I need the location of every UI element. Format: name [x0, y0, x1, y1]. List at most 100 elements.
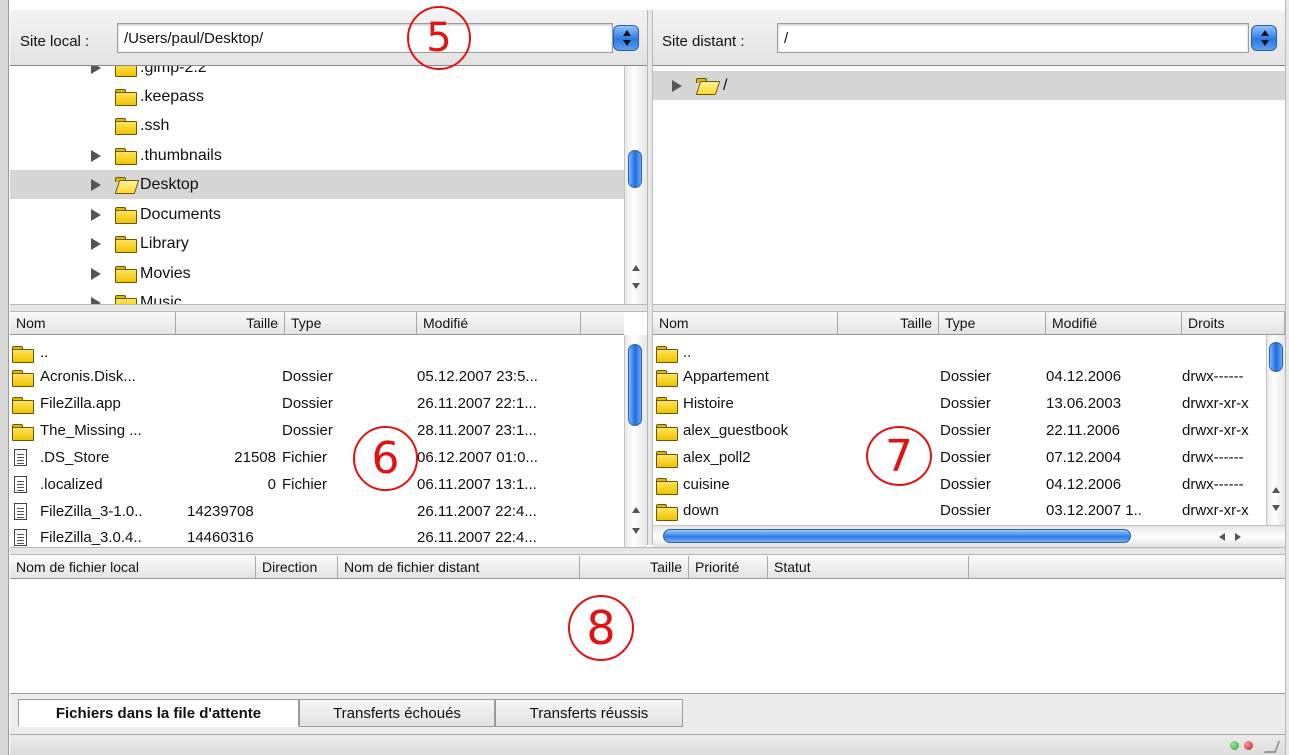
scroll-thumb[interactable]	[663, 529, 1131, 543]
local-splitter-horizontal[interactable]	[10, 304, 647, 312]
scroll-down-arrow-icon[interactable]	[632, 283, 640, 289]
folder-icon	[12, 346, 34, 363]
list-item[interactable]: .localized 0 Fichier 06.11.2007 13:1...	[10, 473, 624, 500]
expand-arrow-icon[interactable]	[672, 79, 682, 92]
local-tree-scrollbar[interactable]	[624, 66, 647, 304]
column-header-local-file[interactable]: Nom de fichier local	[10, 556, 256, 578]
list-item[interactable]: FileZilla_3.0.4.. 14460316 26.11.2007 22…	[10, 526, 624, 547]
local-site-bar: Site local : /Users/paul/Desktop/	[10, 10, 647, 66]
folder-icon	[115, 207, 137, 224]
scroll-right-arrow-icon[interactable]	[1235, 533, 1241, 541]
expand-arrow-icon[interactable]	[91, 178, 101, 191]
list-item[interactable]: Appartement Dossier 04.12.2006 drwx-----…	[653, 365, 1266, 392]
tab-successful-transfers[interactable]: Transferts réussis	[495, 699, 683, 727]
tab-queued-files[interactable]: Fichiers dans la file d'attente	[18, 699, 299, 727]
resize-grip-icon[interactable]	[1263, 741, 1281, 753]
scroll-thumb[interactable]	[628, 150, 642, 188]
column-header-type[interactable]: Type	[939, 312, 1046, 334]
list-item[interactable]: FileZilla_3-1.0.. 14239708 26.11.2007 22…	[10, 500, 624, 527]
column-header-name[interactable]: Nom	[653, 312, 838, 334]
scroll-up-arrow-icon[interactable]	[632, 507, 640, 513]
local-path-input[interactable]: /Users/paul/Desktop/	[117, 23, 613, 53]
local-file-list-scrollbar[interactable]	[624, 335, 647, 547]
remote-site-bar: Site distant : /	[653, 10, 1285, 66]
annotation-7: 7	[866, 426, 932, 486]
folder-icon	[656, 370, 678, 387]
window-frame-right	[1285, 0, 1289, 755]
folder-icon	[656, 424, 678, 441]
column-header-status[interactable]: Statut	[768, 556, 969, 578]
scroll-down-arrow-icon[interactable]	[632, 528, 640, 534]
tree-item-library[interactable]: Library	[10, 229, 624, 258]
column-header-permissions[interactable]: Droits	[1182, 312, 1285, 334]
expand-arrow-icon[interactable]	[91, 66, 101, 74]
tree-item-keepass[interactable]: .keepass	[10, 82, 624, 111]
scroll-thumb[interactable]	[628, 344, 642, 426]
folder-icon	[12, 397, 34, 414]
folder-icon	[115, 295, 137, 304]
column-header-direction[interactable]: Direction	[256, 556, 338, 578]
expand-arrow-icon[interactable]	[91, 296, 101, 304]
tree-item-music[interactable]: Music	[10, 288, 624, 304]
annotation-8: 8	[568, 595, 634, 661]
expand-arrow-icon[interactable]	[91, 237, 101, 250]
list-item[interactable]: Acronis.Disk... Dossier 05.12.2007 23:5.…	[10, 365, 624, 392]
tab-failed-transfers[interactable]: Transferts échoués	[299, 699, 495, 727]
tree-item-ssh[interactable]: .ssh	[10, 111, 624, 140]
tree-item-documents[interactable]: Documents	[10, 200, 624, 229]
scroll-up-arrow-icon[interactable]	[632, 265, 640, 271]
tree-item-thumbnails[interactable]: .thumbnails	[10, 141, 624, 170]
folder-icon	[115, 236, 137, 253]
column-header-modified[interactable]: Modifié	[417, 312, 581, 334]
list-item[interactable]: Histoire Dossier 13.06.2003 drwxr-xr-x	[653, 392, 1266, 419]
list-item[interactable]: The_Missing ... Dossier 28.11.2007 23:1.…	[10, 419, 624, 446]
scroll-up-arrow-icon[interactable]	[1272, 487, 1280, 493]
remote-file-list: .. Appartement Dossier 04.12.2006 drwx--…	[653, 335, 1266, 525]
scroll-left-arrow-icon[interactable]	[1219, 533, 1225, 541]
status-bar	[10, 734, 1285, 755]
folder-icon	[656, 478, 678, 495]
scroll-down-arrow-icon[interactable]	[1272, 505, 1280, 511]
column-header-type[interactable]: Type	[285, 312, 417, 334]
local-path-dropdown-button[interactable]	[613, 25, 639, 51]
folder-icon	[115, 148, 137, 165]
tree-item-root[interactable]: /	[653, 71, 1285, 100]
remote-splitter-horizontal[interactable]	[653, 304, 1285, 312]
scroll-thumb[interactable]	[1269, 342, 1283, 372]
list-item[interactable]: alex_guestbook Dossier 22.11.2006 drwxr-…	[653, 419, 1266, 446]
column-header-size[interactable]: Taille	[176, 312, 285, 334]
list-item[interactable]: ..	[10, 340, 624, 367]
list-item[interactable]: FileZilla.app Dossier 26.11.2007 22:1...	[10, 392, 624, 419]
list-item[interactable]: .DS_Store 21508 Fichier 06.12.2007 01:0.…	[10, 446, 624, 473]
local-folder-tree: .gimp-2.2 .keepass .ssh .thumbnails Desk…	[10, 66, 624, 304]
remote-file-list-header: Nom Taille Type Modifié Droits	[653, 312, 1285, 335]
list-item[interactable]: cuisine Dossier 04.12.2006 drwx------	[653, 473, 1266, 500]
expand-arrow-icon[interactable]	[91, 149, 101, 162]
folder-icon	[115, 66, 137, 77]
column-header-priority[interactable]: Priorité	[689, 556, 768, 578]
column-header-size[interactable]: Taille	[838, 312, 939, 334]
list-item[interactable]: alex_poll2 Dossier 07.12.2004 drwx------	[653, 446, 1266, 473]
expand-arrow-icon[interactable]	[91, 208, 101, 221]
column-header-name[interactable]: Nom	[10, 312, 176, 334]
queue-list	[10, 579, 1285, 694]
tree-item-desktop[interactable]: Desktop	[10, 170, 624, 199]
window-frame-left	[0, 0, 9, 755]
expand-arrow-icon[interactable]	[91, 267, 101, 280]
tree-item-movies[interactable]: Movies	[10, 259, 624, 288]
remote-path-dropdown-button[interactable]	[1251, 25, 1277, 51]
remote-file-list-scrollbar[interactable]	[1266, 335, 1285, 525]
column-header-modified[interactable]: Modifié	[1046, 312, 1182, 334]
column-header-remote-file[interactable]: Nom de fichier distant	[338, 556, 580, 578]
list-item[interactable]: down Dossier 03.12.2007 1.. drwxr-xr-x	[653, 499, 1266, 525]
local-file-list: .. Acronis.Disk... Dossier 05.12.2007 23…	[10, 335, 624, 547]
column-header-size[interactable]: Taille	[580, 556, 689, 578]
queue-splitter-horizontal[interactable]	[10, 547, 1285, 555]
document-icon	[14, 529, 27, 546]
tree-item-gimp[interactable]: .gimp-2.2	[10, 66, 624, 82]
remote-folder-tree: /	[653, 66, 1285, 304]
remote-path-input[interactable]: /	[777, 23, 1249, 53]
list-item[interactable]: ..	[653, 340, 1266, 367]
remote-file-list-hscrollbar[interactable]	[653, 525, 1285, 547]
folder-icon	[115, 89, 137, 106]
